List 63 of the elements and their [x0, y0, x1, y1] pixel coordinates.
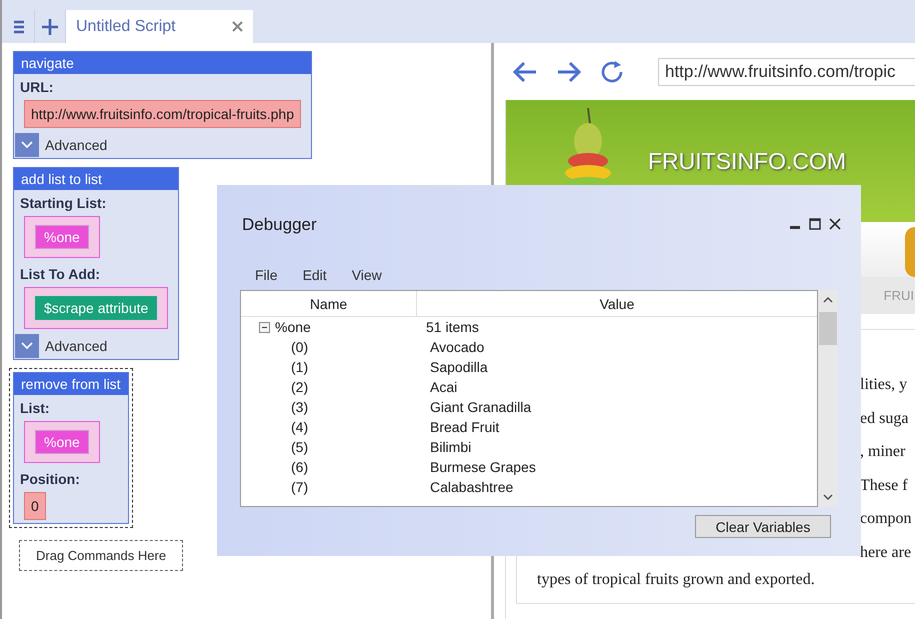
expand-button[interactable] — [15, 133, 39, 157]
body-text: here are — [860, 544, 912, 560]
drop-zone[interactable]: Drag Commands Here — [19, 540, 184, 571]
variable-value: 51 items — [426, 319, 479, 335]
field-label: URL: — [19, 78, 54, 97]
body-text: These f — [860, 476, 908, 494]
body-text: compon — [860, 510, 912, 527]
forward-icon[interactable] — [556, 60, 582, 82]
chevron-icon — [21, 342, 33, 350]
window-title: Debugger — [242, 215, 317, 235]
variable-value: Giant Granadilla — [429, 399, 532, 415]
body-text: ed suga — [860, 410, 908, 426]
variable-value: Bilimbi — [429, 439, 472, 455]
field-label: List To Add: — [19, 265, 102, 284]
script-tab[interactable]: Untitled Script — [66, 10, 253, 43]
command-block[interactable]: navigate URL: http://www.fruitsinfo.com/tropical-fruits.php Advanced — [13, 51, 312, 159]
close-icon[interactable] — [829, 218, 841, 230]
field-label: List: — [19, 399, 51, 418]
scroll-thumb[interactable] — [819, 312, 837, 345]
block-title: remove from list — [14, 373, 128, 395]
scrollbar[interactable] — [818, 290, 838, 507]
variable-name: (7) — [291, 479, 308, 495]
menu-item[interactable]: View — [340, 267, 395, 283]
text-field[interactable]: http://www.fruitsinfo.com/tropical-fruits.php — [24, 100, 301, 128]
variable-name: (5) — [291, 439, 308, 455]
field-label: Position: — [19, 470, 81, 489]
variable-value: Bread Fruit — [429, 419, 500, 435]
expand-button[interactable] — [15, 334, 39, 358]
field-label: Starting List: — [19, 194, 108, 213]
clear-variables-button[interactable]: Clear Variables — [695, 515, 831, 538]
back-icon[interactable] — [512, 60, 538, 82]
variable-name: (0) — [291, 339, 308, 355]
site-title: FRUITSINFO.COM — [648, 148, 846, 174]
body-text: types of tropical fruits grown and exported. — [537, 571, 815, 588]
menu-item[interactable]: File — [242, 267, 291, 283]
tab-title: Untitled Script — [76, 18, 176, 36]
variable-name: (4) — [291, 419, 308, 435]
variable-name: (2) — [291, 379, 308, 395]
advanced-label: Advanced — [45, 137, 108, 153]
variable-value: Acai — [429, 379, 458, 395]
block-title: add list to list — [14, 168, 178, 190]
fruit-image — [905, 227, 915, 277]
collapse-icon[interactable] — [259, 322, 270, 332]
variable-value: Burmese Grapes — [429, 459, 536, 475]
variable-value: Avocado — [429, 339, 484, 355]
block-title: navigate — [14, 52, 311, 74]
text-field[interactable]: 0 — [24, 492, 46, 520]
variable-value: Sapodilla — [429, 359, 488, 375]
variable-name: (1) — [291, 359, 308, 375]
column-header[interactable]: Name — [241, 291, 417, 316]
command-block[interactable]: remove from list List: %one Position: 0 — [13, 372, 129, 524]
menu-item[interactable]: Edit — [290, 267, 340, 283]
command-block[interactable]: add list to list Starting List: %one List To Add: $scrape attribute Advanced — [13, 167, 180, 360]
variable-value: Calabashtree — [429, 479, 514, 495]
address-field[interactable]: http://www.fruitsinfo.com/tropic — [658, 58, 915, 86]
maximize-icon[interactable] — [809, 218, 821, 230]
column-header[interactable]: Value — [417, 291, 817, 316]
variable-name: (3) — [291, 399, 308, 415]
chevron-icon — [21, 141, 33, 149]
variable-name: (6) — [291, 459, 308, 475]
advanced-label: Advanced — [45, 338, 108, 354]
variable-name: %one — [275, 319, 311, 335]
body-text: lities, y — [860, 376, 908, 393]
